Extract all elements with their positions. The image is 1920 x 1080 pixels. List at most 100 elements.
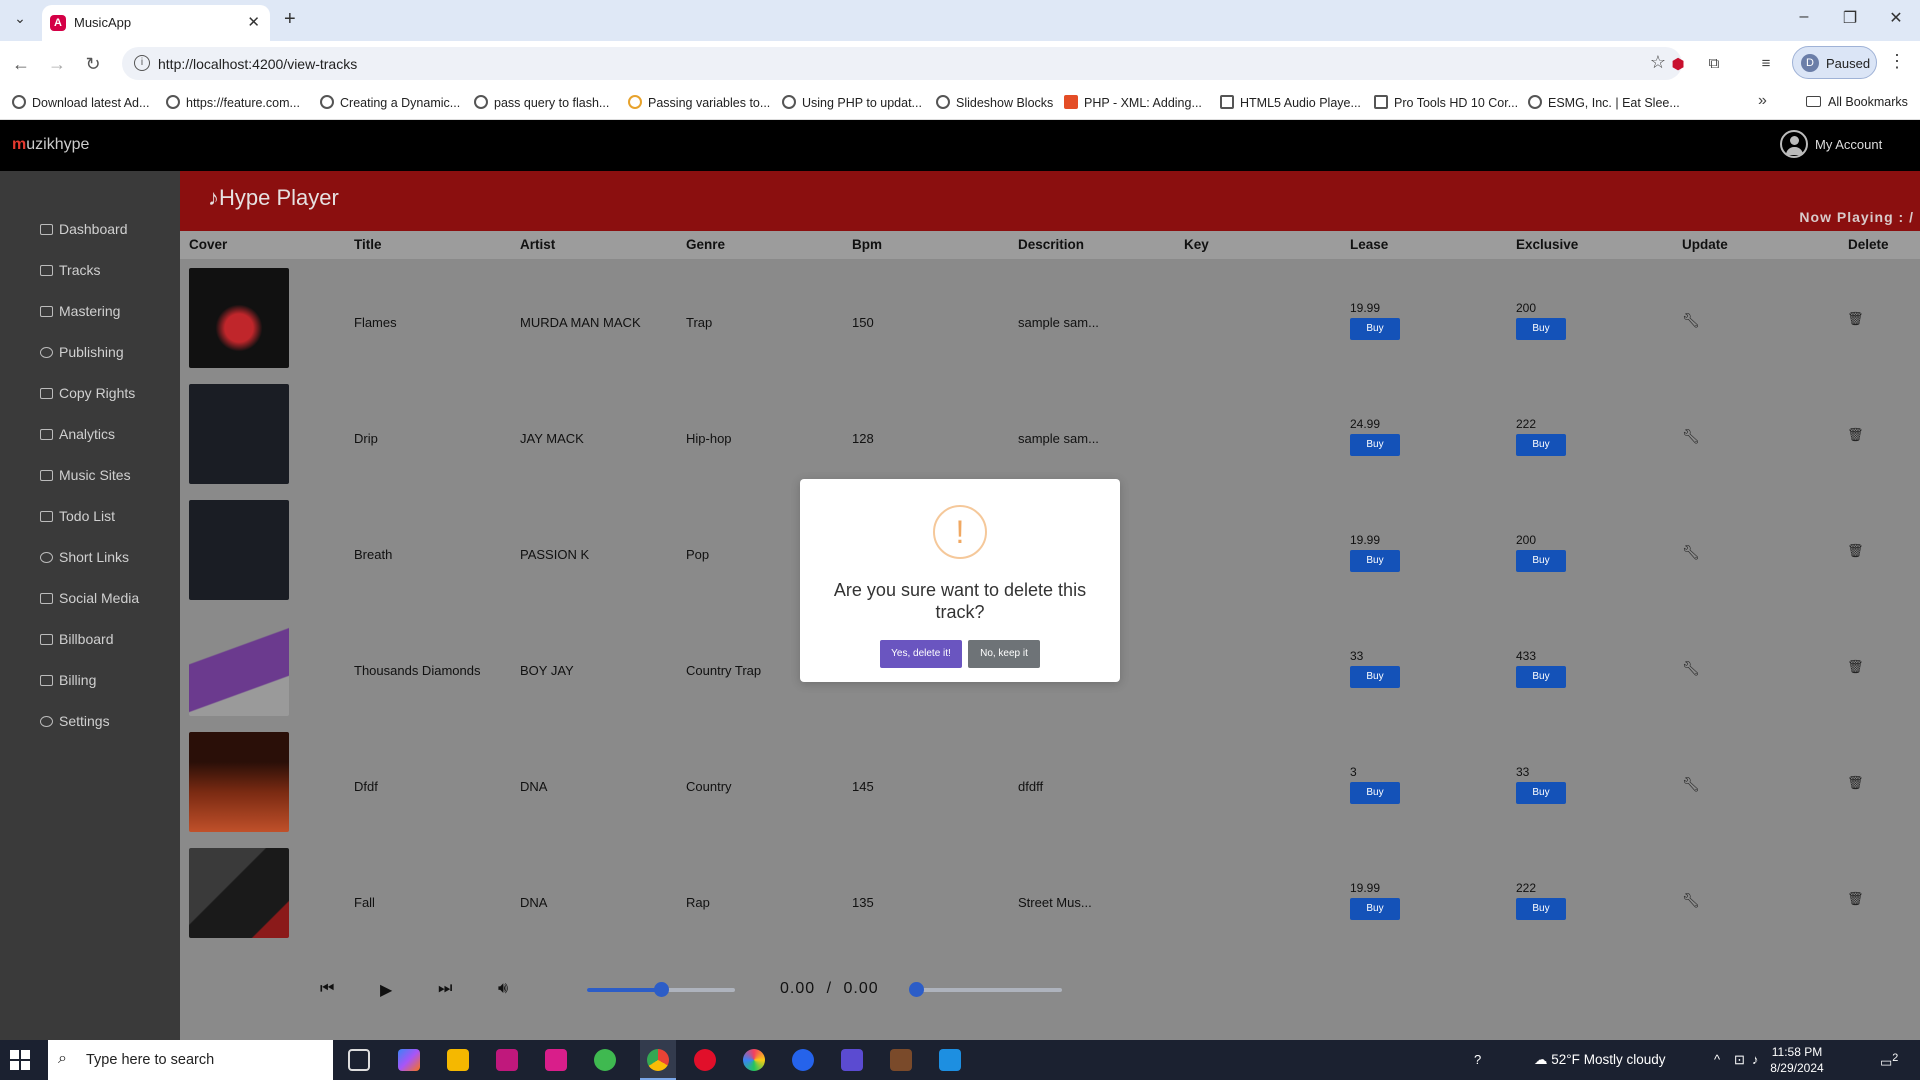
extension-shield-icon[interactable]: ⬢ (1668, 55, 1688, 75)
more-bookmarks-chevron-icon[interactable]: » (1758, 92, 1767, 110)
progress-slider-knob[interactable] (909, 982, 924, 997)
bookmark-item[interactable]: Download latest Ad... (12, 95, 149, 110)
sidebar-item-tracks[interactable]: Tracks (40, 262, 100, 284)
volume-slider[interactable] (587, 982, 735, 997)
cancel-delete-button[interactable]: No, keep it (968, 640, 1040, 668)
browser-tab-active[interactable]: A MusicApp ✕ (42, 5, 270, 41)
bookmark-item[interactable]: PHP - XML: Adding... (1064, 95, 1202, 110)
game-app-icon[interactable] (890, 1049, 912, 1071)
task-view-icon[interactable] (348, 1049, 370, 1071)
wrench-icon[interactable]: 🔧︎ (1682, 428, 1700, 445)
trash-icon[interactable]: 🗑︎ (1847, 775, 1864, 791)
bookmark-item[interactable]: ESMG, Inc. | Eat Slee... (1528, 95, 1680, 110)
site-info-icon[interactable]: i (134, 55, 150, 71)
trash-icon[interactable]: 🗑︎ (1847, 891, 1864, 907)
url-text[interactable]: http://localhost:4200/view-tracks (158, 56, 357, 72)
tray-chevron-icon[interactable]: ^ (1714, 1052, 1720, 1067)
volume-slider-knob[interactable] (654, 982, 669, 997)
browser-menu-icon[interactable]: ⋮ (1888, 51, 1906, 72)
window-close-icon[interactable]: ✕ (1876, 8, 1916, 28)
brand-logo[interactable]: muzikhype (12, 136, 89, 154)
previous-track-icon[interactable]: ⏮︎ (320, 980, 334, 998)
sidebar-item-analytics[interactable]: Analytics (40, 426, 115, 448)
green-app-icon[interactable] (594, 1049, 616, 1071)
play-icon[interactable]: ▶︎ (380, 980, 392, 1000)
lease-buy-button[interactable]: Buy (1350, 898, 1400, 920)
trash-icon[interactable]: 🗑︎ (1847, 311, 1864, 327)
profile-button[interactable]: D Paused (1792, 46, 1877, 79)
volume-tray-icon[interactable]: ♪ (1752, 1052, 1759, 1067)
sidebar-item-social-media[interactable]: Social Media (40, 590, 139, 612)
exclusive-buy-button[interactable]: Buy (1516, 318, 1566, 340)
tab-close-icon[interactable]: ✕ (247, 13, 260, 31)
media-app-icon[interactable] (841, 1049, 863, 1071)
bookmark-star-icon[interactable]: ☆ (1650, 52, 1666, 73)
lease-buy-button[interactable]: Buy (1350, 782, 1400, 804)
sidebar-item-music-sites[interactable]: Music Sites (40, 467, 131, 489)
wrench-icon[interactable]: 🔧︎ (1682, 544, 1700, 561)
back-arrow-icon[interactable]: ← (8, 51, 34, 77)
wrench-icon[interactable]: 🔧︎ (1682, 776, 1700, 793)
notification-icon[interactable]: ▭2 (1880, 1052, 1898, 1070)
bookmark-item[interactable]: HTML5 Audio Playe... (1220, 95, 1361, 110)
exclusive-buy-button[interactable]: Buy (1516, 550, 1566, 572)
vscode-icon[interactable] (939, 1049, 961, 1071)
forward-arrow-icon[interactable]: → (44, 51, 70, 77)
sidebar-item-todo-list[interactable]: Todo List (40, 508, 115, 530)
lease-buy-button[interactable]: Buy (1350, 318, 1400, 340)
confirm-delete-button[interactable]: Yes, delete it! (880, 640, 962, 668)
next-track-icon[interactable]: ⏭︎ (438, 980, 452, 998)
bookmark-item[interactable]: pass query to flash... (474, 95, 609, 110)
help-icon[interactable]: ? (1474, 1052, 1481, 1067)
weather-widget[interactable]: ☁︎ 52°F Mostly cloudy (1534, 1052, 1665, 1068)
all-bookmarks-button[interactable]: All Bookmarks (1806, 95, 1908, 109)
sidebar-item-mastering[interactable]: Mastering (40, 303, 120, 325)
trash-icon[interactable]: 🗑︎ (1847, 543, 1864, 559)
volume-icon[interactable]: 🔊︎ (498, 980, 508, 998)
progress-slider[interactable] (909, 982, 1062, 997)
copilot-icon[interactable] (398, 1049, 420, 1071)
bookmark-item[interactable]: Using PHP to updat... (782, 95, 922, 110)
tab-search-chevron-icon[interactable]: ⌄ (8, 10, 32, 32)
bookmark-item[interactable]: https://feature.com... (166, 95, 300, 110)
trash-icon[interactable]: 🗑︎ (1847, 427, 1864, 443)
network-icon[interactable]: ⊡ (1734, 1052, 1745, 1068)
new-tab-plus-icon[interactable]: + (284, 8, 296, 31)
windows-start-icon[interactable] (10, 1050, 30, 1070)
intellij-icon[interactable] (496, 1049, 518, 1071)
wrench-icon[interactable]: 🔧︎ (1682, 660, 1700, 677)
restore-icon[interactable]: ❐ (1830, 8, 1870, 28)
sidebar-item-publishing[interactable]: Publishing (40, 344, 124, 366)
media-control-icon[interactable]: ≡ (1756, 55, 1776, 75)
wrench-icon[interactable]: 🔧︎ (1682, 892, 1700, 909)
sidebar-item-billing[interactable]: Billing (40, 672, 96, 694)
lease-buy-button[interactable]: Buy (1350, 434, 1400, 456)
sidebar-item-settings[interactable]: Settings (40, 713, 110, 735)
exclusive-buy-button[interactable]: Buy (1516, 782, 1566, 804)
address-bar[interactable]: i http://localhost:4200/view-tracks ☆ (122, 47, 1682, 80)
extensions-puzzle-icon[interactable]: ⧉ (1704, 55, 1724, 75)
reload-icon[interactable]: ↻ (80, 51, 106, 77)
trash-icon[interactable]: 🗑︎ (1847, 659, 1864, 675)
opera-icon[interactable] (694, 1049, 716, 1071)
exclusive-buy-button[interactable]: Buy (1516, 666, 1566, 688)
webstorm-icon[interactable] (545, 1049, 567, 1071)
bookmark-item[interactable]: Pro Tools HD 10 Cor... (1374, 95, 1518, 110)
lease-buy-button[interactable]: Buy (1350, 666, 1400, 688)
exclusive-buy-button[interactable]: Buy (1516, 434, 1566, 456)
bookmark-item[interactable]: Creating a Dynamic... (320, 95, 460, 110)
sidebar-item-copy-rights[interactable]: Copy Rights (40, 385, 135, 407)
sidebar-item-dashboard[interactable]: Dashboard (40, 221, 128, 243)
bookmark-item[interactable]: Passing variables to... (628, 95, 770, 110)
chrome-icon[interactable] (647, 1049, 669, 1071)
sidebar-item-short-links[interactable]: Short Links (40, 549, 129, 571)
photos-icon[interactable] (743, 1049, 765, 1071)
bookmark-item[interactable]: Slideshow Blocks (936, 95, 1053, 110)
system-clock[interactable]: 11:58 PM 8/29/2024 (1764, 1044, 1830, 1076)
file-explorer-icon[interactable] (447, 1049, 469, 1071)
exclusive-buy-button[interactable]: Buy (1516, 898, 1566, 920)
sidebar-item-billboard[interactable]: Billboard (40, 631, 113, 653)
minimize-icon[interactable]: – (1784, 8, 1824, 26)
wrench-icon[interactable]: 🔧︎ (1682, 312, 1700, 329)
lease-buy-button[interactable]: Buy (1350, 550, 1400, 572)
